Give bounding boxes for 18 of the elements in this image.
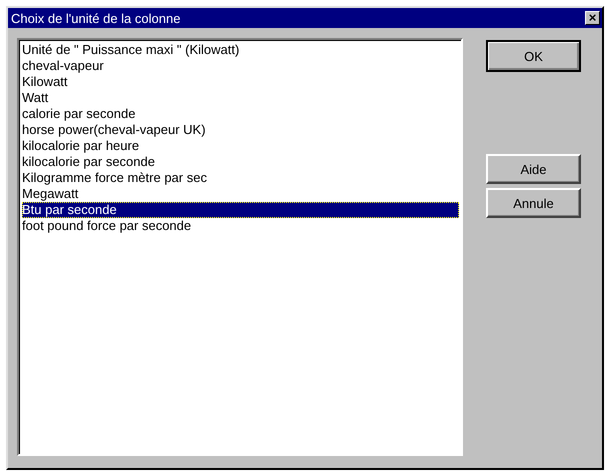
list-item[interactable]: cheval-vapeur <box>22 58 459 74</box>
list-item[interactable]: Kilogramme force mètre par sec <box>22 170 459 186</box>
list-item[interactable]: Btu par seconde <box>22 202 459 218</box>
window-title: Choix de l'unité de la colonne <box>11 10 180 26</box>
dialog-button[interactable]: Annule <box>486 188 581 218</box>
dialog-button[interactable]: OK <box>486 40 581 72</box>
list-item[interactable]: kilocalorie par heure <box>22 138 459 154</box>
list-item[interactable]: Watt <box>22 90 459 106</box>
list-item[interactable]: Unité de " Puissance maxi " (Kilowatt) <box>22 42 459 58</box>
list-item[interactable]: calorie par seconde <box>22 106 459 122</box>
list-item[interactable]: horse power(cheval-vapeur UK) <box>22 122 459 138</box>
list-item[interactable]: Kilowatt <box>22 74 459 90</box>
dialog-button[interactable]: Aide <box>486 154 581 184</box>
list-item[interactable]: foot pound force par seconde <box>22 218 459 234</box>
close-button[interactable]: × <box>585 11 600 25</box>
list-item[interactable]: Megawatt <box>22 186 459 202</box>
list-item[interactable]: kilocalorie par seconde <box>22 154 459 170</box>
unit-list[interactable] <box>17 38 463 456</box>
